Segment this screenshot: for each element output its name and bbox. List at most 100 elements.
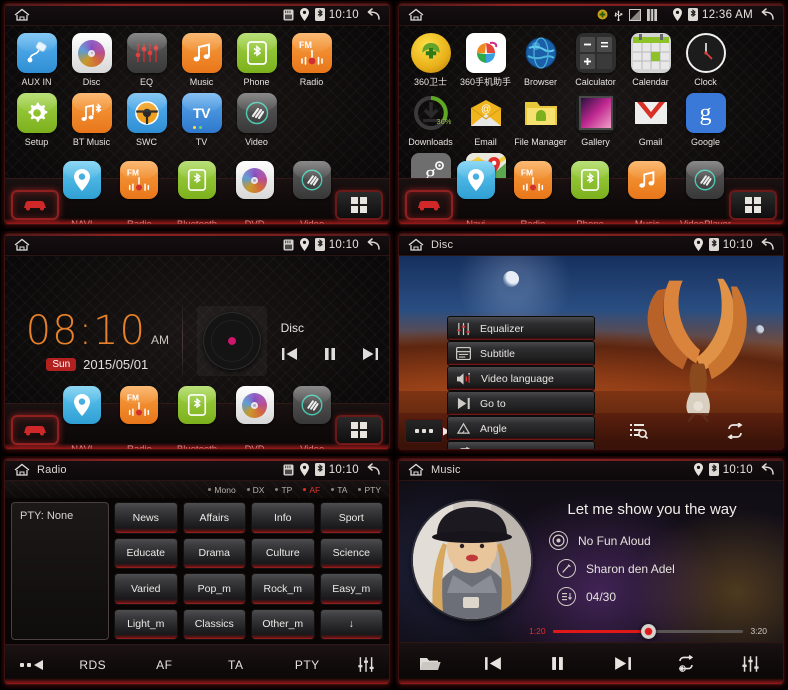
pty-button[interactable]: Affairs xyxy=(182,502,246,534)
previous-track-button[interactable] xyxy=(461,656,525,671)
more-options-button[interactable] xyxy=(405,419,443,443)
pty-button[interactable]: Other_m xyxy=(251,608,315,640)
browse-folder-button[interactable] xyxy=(399,655,461,672)
pty-button[interactable]: Sport xyxy=(319,502,383,534)
menu-item-goto[interactable]: Go to xyxy=(447,391,595,416)
next-track-button[interactable] xyxy=(590,656,654,671)
dock-music[interactable]: Music xyxy=(623,161,672,224)
radio-back-button[interactable] xyxy=(5,659,57,670)
app-gallery[interactable]: Gallery xyxy=(568,93,623,148)
app-email[interactable]: @ Email xyxy=(458,93,513,148)
app-music[interactable]: Music xyxy=(174,33,229,88)
app-radio[interactable]: FM Radio xyxy=(284,33,339,88)
video-surface[interactable]: Equalizer Subtitle Video language Go to xyxy=(399,256,783,449)
previous-track-icon[interactable] xyxy=(281,347,299,361)
dock-radio[interactable]: FM Radio xyxy=(508,161,557,224)
dock-bluetooth[interactable]: Bluetooth xyxy=(172,386,222,449)
tab-pty[interactable]: PTY xyxy=(272,658,344,672)
clock-readout[interactable]: 08:10 AM Sun 2015/05/01 xyxy=(5,310,182,372)
pty-button[interactable]: Light_m xyxy=(114,608,178,640)
pty-button[interactable]: Drama xyxy=(182,537,246,569)
repeat-icon[interactable] xyxy=(687,423,783,439)
menu-item-angle[interactable]: Angle xyxy=(447,416,595,441)
next-track-icon[interactable] xyxy=(361,347,379,361)
pty-button[interactable]: Culture xyxy=(251,537,315,569)
dock-navi[interactable]: Navi xyxy=(451,161,500,224)
home-icon[interactable] xyxy=(13,463,31,477)
app-drawer-button[interactable] xyxy=(335,190,383,220)
dock-radio[interactable]: FM Radio xyxy=(115,161,165,224)
pty-button[interactable]: Rock_m xyxy=(251,573,315,605)
dock-navi[interactable]: NAVI xyxy=(57,386,107,449)
home-icon[interactable] xyxy=(13,238,31,252)
dock-dvd[interactable]: DVD xyxy=(230,386,280,449)
app-eq[interactable]: EQ xyxy=(119,33,174,88)
app-browser[interactable]: Browser xyxy=(513,33,568,88)
app-setup[interactable]: Setup xyxy=(9,93,64,148)
app-tv[interactable]: TV TV xyxy=(174,93,229,148)
equalizer-button[interactable] xyxy=(719,655,783,673)
pty-button[interactable]: Pop_m xyxy=(182,573,246,605)
dock-dvd[interactable]: DVD xyxy=(230,161,280,224)
dock-phone[interactable]: Phone xyxy=(565,161,614,224)
pty-button[interactable]: Educate xyxy=(114,537,178,569)
seek-bar[interactable] xyxy=(552,623,744,639)
dock-video[interactable]: Video xyxy=(287,386,337,449)
back-icon[interactable] xyxy=(760,462,776,477)
playlist-search-icon[interactable] xyxy=(591,423,687,439)
home-icon[interactable] xyxy=(407,463,425,477)
car-mode-button[interactable] xyxy=(11,190,59,220)
pty-next-page-button[interactable]: ↓ xyxy=(319,608,383,640)
app-clock[interactable]: Clock xyxy=(678,33,733,88)
app-bt-music[interactable]: BT Music xyxy=(64,93,119,148)
menu-item-repeat-ab[interactable]: Repeat A-B xyxy=(447,441,595,449)
dock-bluetooth[interactable]: Bluetooth xyxy=(172,161,222,224)
repeat-one-button[interactable]: 1 xyxy=(654,655,718,672)
back-icon[interactable] xyxy=(760,7,776,22)
app-disc[interactable]: Disc xyxy=(64,33,119,88)
tab-rds[interactable]: RDS xyxy=(57,658,129,672)
pause-button[interactable] xyxy=(525,656,589,671)
app-video[interactable]: Video xyxy=(229,93,284,148)
back-icon[interactable] xyxy=(366,462,382,477)
car-mode-button[interactable] xyxy=(11,415,59,445)
app-downloads[interactable]: 36% Downloads xyxy=(403,93,458,148)
app-360-assistant[interactable]: 360手机助手 xyxy=(458,33,513,88)
pty-button[interactable]: News xyxy=(114,502,178,534)
pty-button[interactable]: Science xyxy=(319,537,383,569)
back-icon[interactable] xyxy=(366,237,382,252)
app-calculator[interactable]: Calculator xyxy=(568,33,623,88)
dock-radio[interactable]: FM Radio xyxy=(115,386,165,449)
app-swc[interactable]: SWC xyxy=(119,93,174,148)
home-icon[interactable] xyxy=(407,238,425,252)
app-gmail[interactable]: Gmail xyxy=(623,93,678,148)
pty-button[interactable]: Classics xyxy=(182,608,246,640)
menu-item-subtitle[interactable]: Subtitle xyxy=(447,341,595,366)
app-drawer-button[interactable] xyxy=(335,415,383,445)
pty-button[interactable]: Varied xyxy=(114,573,178,605)
app-360-guard[interactable]: 360卫士 xyxy=(403,33,458,88)
tab-af[interactable]: AF xyxy=(129,658,201,672)
radio-equalizer-button[interactable] xyxy=(343,656,389,673)
app-calendar[interactable]: Calendar xyxy=(623,33,678,88)
dock-video[interactable]: Video xyxy=(287,161,337,224)
menu-item-equalizer[interactable]: Equalizer xyxy=(447,316,595,341)
app-drawer-button[interactable] xyxy=(729,190,777,220)
back-icon[interactable] xyxy=(760,237,776,252)
app-phone[interactable]: Phone xyxy=(229,33,284,88)
home-icon[interactable] xyxy=(13,8,31,22)
app-google[interactable]: g Google xyxy=(678,93,733,148)
app-file-manager[interactable]: File Manager xyxy=(513,93,568,148)
dock-navi[interactable]: NAVI xyxy=(57,161,107,224)
pause-icon[interactable] xyxy=(323,347,337,361)
menu-item-video-language[interactable]: Video language xyxy=(447,366,595,391)
car-mode-button[interactable] xyxy=(405,190,453,220)
home-icon[interactable] xyxy=(407,8,425,22)
tab-ta[interactable]: TA xyxy=(200,658,272,672)
pty-button[interactable]: Easy_m xyxy=(319,573,383,605)
seek-handle[interactable] xyxy=(641,623,656,639)
dock-videoplayer[interactable]: VideoPlayer xyxy=(680,161,731,224)
pty-button[interactable]: Info xyxy=(251,502,315,534)
back-icon[interactable] xyxy=(366,7,382,22)
app-aux-in[interactable]: AUX IN xyxy=(9,33,64,88)
